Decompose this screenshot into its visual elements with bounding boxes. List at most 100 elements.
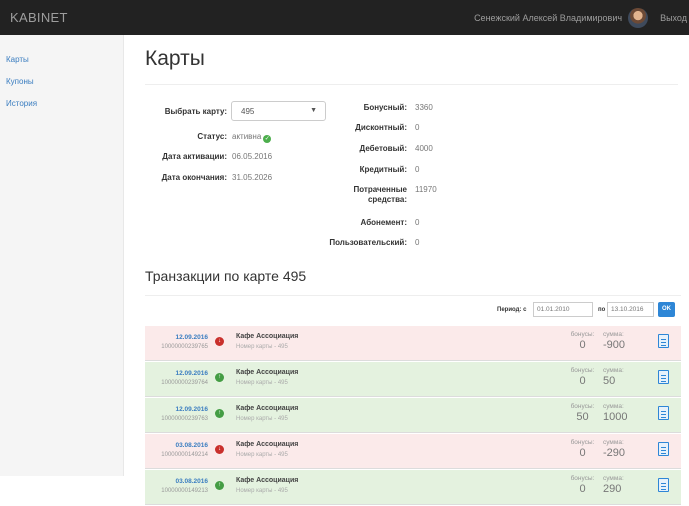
logout-link[interactable]: Выход [660, 13, 687, 23]
balance-label-credit: Кредитный: [359, 165, 407, 174]
expiry-date-value: 31.05.2026 [232, 173, 273, 182]
transaction-place: Кафе Ассоциация [236, 369, 299, 376]
transaction-row: 03.08.2016 10000000149213 ↑ Кафе Ассоциа… [145, 470, 681, 505]
sidebar-item-cards[interactable]: Карты [0, 53, 123, 75]
balance-label-custom: Пользовательский: [329, 238, 407, 247]
bonus-label: бонусы: [570, 367, 595, 374]
transaction-card: Номер карты - 495 [236, 488, 288, 494]
activation-date-value: 06.05.2016 [232, 152, 273, 161]
bonus-value: 0 [579, 375, 586, 387]
sum-value: 50 [603, 375, 616, 387]
user-name[interactable]: Сенежский Алексей Владимирович [474, 13, 622, 23]
top-navbar: KABINET Сенежский Алексей Владимирович В… [0, 0, 689, 35]
transaction-card: Номер карты - 495 [236, 380, 288, 386]
bonus-label: бонусы: [570, 439, 595, 446]
bonus-value: 50 [576, 411, 589, 423]
transaction-date[interactable]: 12.09.2016 [145, 334, 208, 341]
period-to-label: по [598, 307, 606, 313]
sum-value: -290 [603, 447, 626, 459]
status-label: Статус: [197, 132, 227, 141]
balance-value-debit: 4000 [415, 144, 433, 153]
transaction-number: 10000000239765 [161, 344, 208, 350]
transaction-number: 10000000149214 [161, 452, 208, 458]
bonus-value: 0 [579, 447, 586, 459]
balance-value-discount: 0 [415, 123, 420, 132]
balance-value-custom: 0 [415, 238, 420, 247]
period-ok-button[interactable]: OK [658, 302, 675, 317]
transaction-row: 03.08.2016 10000000149214 ↓ Кафе Ассоциа… [145, 434, 681, 469]
sum-value: 290 [603, 483, 622, 495]
bonus-value: 0 [579, 339, 586, 351]
period-from-input[interactable]: 01.01.2010 [533, 302, 593, 317]
status-text: активна [232, 132, 262, 141]
card-select[interactable]: 495 ▼ [231, 101, 326, 121]
transaction-number: 10000000239763 [161, 416, 208, 422]
sidebar-item-coupons[interactable]: Купоны [0, 75, 123, 97]
activation-date-label: Дата активации: [162, 152, 227, 161]
balance-value-bonus: 3360 [415, 103, 433, 112]
document-list-icon[interactable] [658, 406, 669, 420]
transaction-date[interactable]: 03.08.2016 [145, 478, 208, 485]
transaction-card: Номер карты - 495 [236, 344, 288, 350]
bonus-label: бонусы: [570, 475, 595, 482]
card-select-value: 495 [241, 107, 255, 116]
arrow-up-circle-icon: ↑ [215, 481, 224, 490]
sum-value: -900 [603, 339, 626, 351]
user-avatar[interactable] [628, 7, 649, 28]
sum-value: 1000 [603, 411, 628, 423]
sum-label: сумма: [603, 475, 624, 482]
check-circle-icon: ✓ [263, 135, 272, 143]
transactions-list: 12.09.2016 10000000239765 ↓ Кафе Ассоциа… [145, 326, 681, 505]
arrow-up-circle-icon: ↑ [215, 409, 224, 418]
transaction-row: 12.09.2016 10000000239765 ↓ Кафе Ассоциа… [145, 326, 681, 361]
transaction-place: Кафе Ассоциация [236, 441, 299, 448]
arrow-up-circle-icon: ↑ [215, 373, 224, 382]
bonus-value: 0 [579, 483, 586, 495]
transaction-row: 12.09.2016 10000000239763 ↑ Кафе Ассоциа… [145, 398, 681, 433]
main-content: Карты Выбрать карту: 495 ▼ Статус: актив… [145, 35, 681, 506]
sum-label: сумма: [603, 403, 624, 410]
transaction-date[interactable]: 03.08.2016 [145, 442, 208, 449]
sum-label: сумма: [603, 331, 624, 338]
sidebar-item-history[interactable]: История [0, 97, 123, 119]
balance-label-subscription: Абонемент: [360, 218, 407, 227]
transaction-card: Номер карты - 495 [236, 416, 288, 422]
transactions-title: Транзакции по карте 495 [145, 268, 307, 284]
period-to-input[interactable]: 13.10.2016 [607, 302, 654, 317]
expiry-date-label: Дата окончания: [161, 173, 227, 182]
transaction-row: 12.09.2016 10000000239764 ↑ Кафе Ассоциа… [145, 362, 681, 397]
transaction-place: Кафе Ассоциация [236, 333, 299, 340]
transaction-number: 10000000239764 [161, 380, 208, 386]
balance-value-spent: 11970 [415, 185, 437, 194]
sum-label: сумма: [603, 367, 624, 374]
balance-value-subscription: 0 [415, 218, 420, 227]
brand-logo[interactable]: KABINET [10, 10, 68, 25]
balance-label-discount: Дисконтный: [355, 123, 407, 132]
document-list-icon[interactable] [658, 478, 669, 492]
transaction-card: Номер карты - 495 [236, 452, 288, 458]
bonus-label: бонусы: [570, 403, 595, 410]
arrow-down-circle-icon: ↓ [215, 445, 224, 454]
sidebar: Карты Купоны История [0, 35, 124, 476]
transaction-place: Кафе Ассоциация [236, 477, 299, 484]
status-value: активна ✓ [232, 132, 272, 143]
balance-label-debit: Дебетовый: [359, 144, 407, 153]
transaction-place: Кафе Ассоциация [236, 405, 299, 412]
document-list-icon[interactable] [658, 442, 669, 456]
card-info-panel: Выбрать карту: 495 ▼ Статус: активна ✓ Да… [145, 85, 681, 250]
sum-label: сумма: [603, 439, 624, 446]
transaction-date[interactable]: 12.09.2016 [145, 370, 208, 377]
balance-label-bonus: Бонусный: [363, 103, 407, 112]
document-list-icon[interactable] [658, 334, 669, 348]
document-list-icon[interactable] [658, 370, 669, 384]
transaction-number: 10000000149213 [161, 488, 208, 494]
period-filter: Период: с 01.01.2010 по 13.10.2016 OK [145, 295, 681, 321]
transaction-date[interactable]: 12.09.2016 [145, 406, 208, 413]
period-from-label: Период: с [497, 307, 527, 313]
caret-down-icon: ▼ [310, 107, 317, 114]
page-title: Карты [145, 47, 205, 70]
select-card-label: Выбрать карту: [164, 107, 227, 116]
balance-value-credit: 0 [415, 165, 420, 174]
user-area: Сенежский Алексей Владимирович Выход [474, 0, 689, 35]
balance-label-spent: Потраченные средства: [353, 185, 407, 204]
